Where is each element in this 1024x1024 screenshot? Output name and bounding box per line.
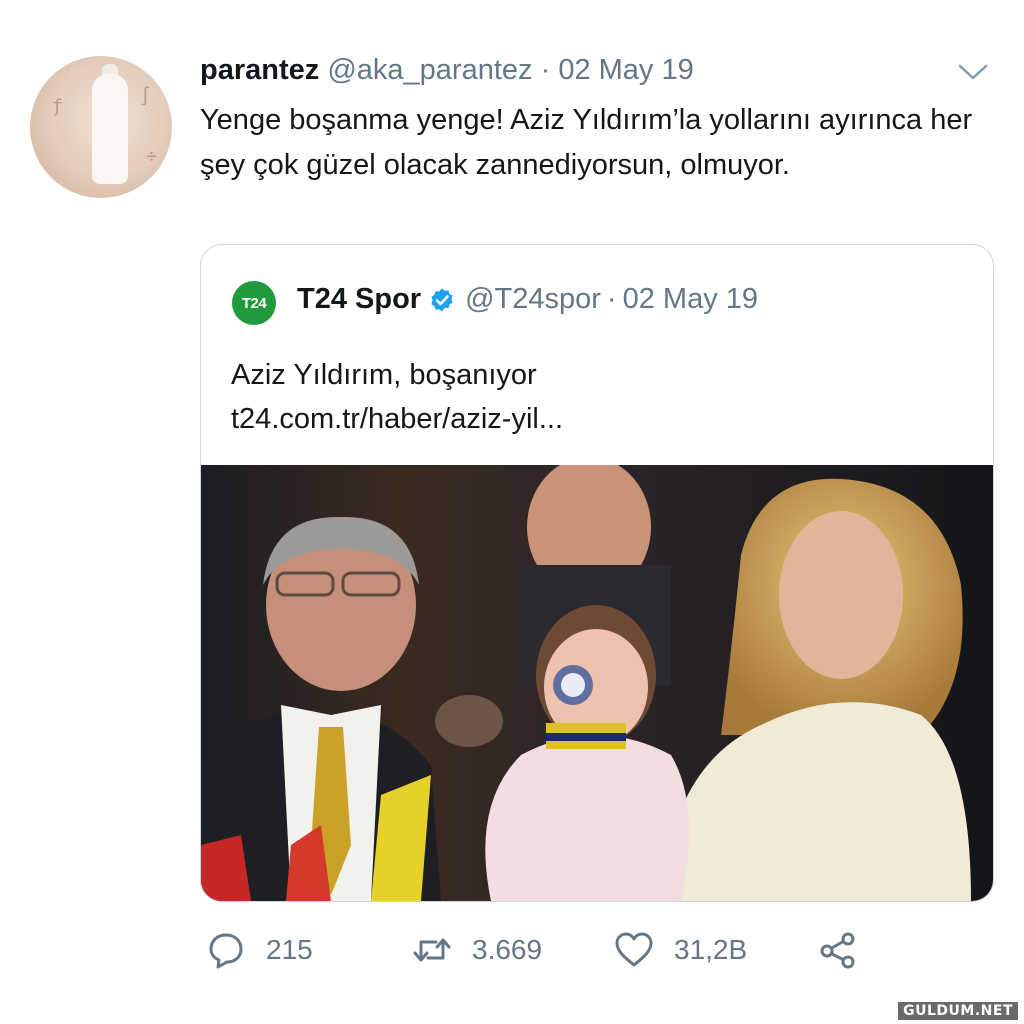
share-icon: [820, 932, 855, 969]
quoted-author-handle[interactable]: @T24spor: [465, 283, 601, 316]
site-watermark: GULDUM.NET: [898, 1002, 1018, 1020]
retweet-icon: [413, 938, 451, 962]
share-action[interactable]: [818, 930, 858, 970]
reply-action[interactable]: 215: [206, 930, 313, 970]
quoted-tweet[interactable]: T24 T24 Spor @T24spor · 02 May 19 Aziz Y…: [200, 244, 994, 902]
quoted-tweet-link[interactable]: t24.com.tr/haber/aziz-yil...: [231, 397, 563, 441]
author-handle[interactable]: @aka_parantez: [327, 54, 532, 86]
tweet-actions: 215 3.669 31,2B: [0, 930, 1024, 974]
reply-icon: [209, 933, 243, 969]
retweet-count: 3.669: [472, 934, 543, 965]
retweet-action[interactable]: 3.669: [412, 930, 542, 970]
avatar-bottle: [92, 74, 128, 184]
verified-badge-icon: [431, 288, 453, 311]
author-avatar[interactable]: ƒ ∫ ÷: [30, 56, 172, 198]
heart-icon: [615, 932, 653, 967]
like-action[interactable]: 31,2B: [614, 930, 747, 970]
quoted-author-name[interactable]: T24 Spor: [297, 283, 421, 316]
tweet-header: parantez @aka_parantez · 02 May 19: [200, 54, 694, 87]
reply-count: 215: [266, 934, 313, 965]
tweet-text: Yenge boşanma yenge! Aziz Yıldırım’la yo…: [200, 104, 973, 181]
avatar-scribble: ƒ: [52, 96, 63, 117]
avatar-scribble: ÷: [146, 146, 157, 167]
chevron-down-icon[interactable]: [957, 62, 989, 82]
t24-logo[interactable]: T24: [232, 281, 276, 325]
quoted-header-separator: ·: [606, 283, 617, 315]
author-name[interactable]: parantez: [200, 54, 319, 86]
quoted-tweet-date[interactable]: 02 May 19: [623, 283, 758, 316]
avatar-scribble: ∫: [140, 86, 151, 107]
quoted-tweet-headline: Aziz Yıldırım, boşanıyor: [231, 359, 537, 391]
like-count: 31,2B: [674, 934, 748, 965]
quoted-tweet-header: T24 Spor @T24spor · 02 May 19: [297, 283, 758, 316]
quoted-tweet-text: Aziz Yıldırım, boşanıyor t24.com.tr/habe…: [231, 353, 563, 441]
quoted-tweet-photo[interactable]: [201, 465, 993, 901]
tweet-date[interactable]: 02 May 19: [558, 54, 693, 86]
header-separator: ·: [540, 54, 551, 86]
